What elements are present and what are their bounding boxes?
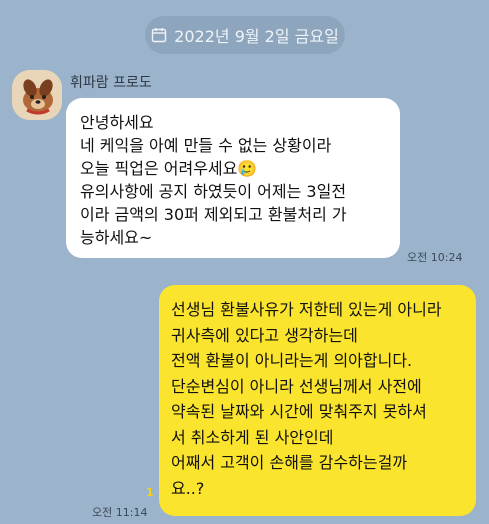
incoming-message-time: 오전 10:24 — [407, 251, 463, 264]
incoming-message-bubble[interactable]: 안녕하세요 네 케익을 아예 만들 수 없는 상황이라 오늘 픽업은 어려우세요… — [66, 98, 400, 258]
calendar-icon — [151, 28, 167, 43]
outgoing-message-time: 오전 11:14 — [92, 506, 148, 519]
date-divider: 2022년 9월 2일 금요일 — [145, 16, 345, 54]
sender-avatar[interactable] — [12, 70, 62, 120]
outgoing-message-bubble[interactable]: 선생님 환불사유가 저한테 있는게 아니라 귀사측에 있다고 생각하는데 전액 … — [159, 285, 476, 516]
unread-count: 1 — [146, 486, 154, 499]
sender-name: 휘파람 프로도 — [70, 75, 152, 91]
date-divider-text: 2022년 9월 2일 금요일 — [174, 27, 339, 46]
dog-avatar-icon — [12, 70, 62, 120]
